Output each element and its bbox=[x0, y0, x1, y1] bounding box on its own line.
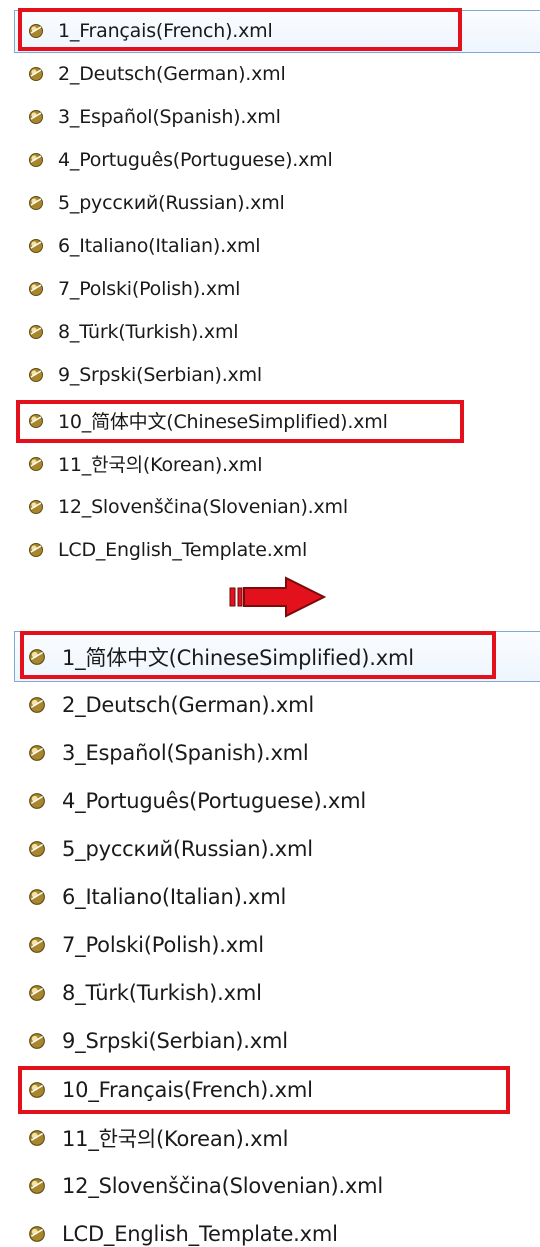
file-name: 2_Deutsch(German).xml bbox=[62, 693, 314, 717]
file-item[interactable]: 6_Italiano(Italian).xml bbox=[0, 224, 540, 267]
file-name: 4_Português(Portuguese).xml bbox=[58, 148, 333, 171]
file-name: 1_Français(French).xml bbox=[58, 19, 273, 42]
xml-file-icon bbox=[28, 648, 46, 666]
file-name: 6_Italiano(Italian).xml bbox=[62, 885, 287, 909]
file-name: 2_Deutsch(German).xml bbox=[58, 62, 286, 85]
xml-file-icon bbox=[28, 152, 44, 168]
file-item[interactable]: 3_Español(Spanish).xml bbox=[0, 95, 540, 138]
xml-file-icon bbox=[28, 744, 46, 762]
file-item[interactable]: 2_Deutsch(German).xml bbox=[0, 52, 540, 95]
xml-file-icon bbox=[28, 1081, 46, 1099]
xml-file-icon bbox=[28, 792, 46, 810]
file-item[interactable]: 9_Srpski(Serbian).xml bbox=[0, 353, 540, 396]
xml-file-icon bbox=[28, 367, 44, 383]
file-item[interactable]: 7_Polski(Polish).xml bbox=[0, 921, 540, 969]
xml-file-icon bbox=[28, 1225, 46, 1243]
file-item[interactable]: 12_Slovenščina(Slovenian).xml bbox=[0, 1162, 540, 1210]
xml-file-icon bbox=[28, 281, 44, 297]
xml-file-icon bbox=[28, 1129, 46, 1147]
file-name: 3_Español(Spanish).xml bbox=[58, 105, 281, 128]
file-item[interactable]: 11_한국의(Korean).xml bbox=[0, 442, 540, 485]
file-name: 10_Français(French).xml bbox=[62, 1078, 313, 1102]
file-item[interactable]: 5_русский(Russian).xml bbox=[0, 181, 540, 224]
file-item[interactable]: 6_Italiano(Italian).xml bbox=[0, 873, 540, 921]
file-name: 3_Español(Spanish).xml bbox=[62, 741, 309, 765]
file-item[interactable]: 4_Português(Portuguese).xml bbox=[0, 138, 540, 181]
file-name: 1_简体中文(ChineseSimplified).xml bbox=[62, 646, 414, 670]
xml-file-icon bbox=[28, 1177, 46, 1195]
file-name: 8_Türk(Turkish).xml bbox=[62, 981, 262, 1005]
file-name: 6_Italiano(Italian).xml bbox=[58, 234, 261, 257]
xml-file-icon bbox=[28, 23, 44, 39]
file-name: 8_Türk(Turkish).xml bbox=[58, 320, 239, 343]
file-name: 9_Srpski(Serbian).xml bbox=[58, 363, 262, 386]
file-item[interactable]: 10_Français(French).xml bbox=[0, 1066, 540, 1114]
file-name: 4_Português(Portuguese).xml bbox=[62, 789, 367, 813]
file-name: 9_Srpski(Serbian).xml bbox=[62, 1029, 288, 1053]
file-name: 7_Polski(Polish).xml bbox=[58, 277, 241, 300]
file-name: LCD_English_Template.xml bbox=[58, 538, 308, 561]
file-name: 7_Polski(Polish).xml bbox=[62, 933, 264, 957]
file-name: 11_한국의(Korean).xml bbox=[62, 1127, 289, 1151]
file-item[interactable]: LCD_English_Template.xml bbox=[0, 1210, 540, 1247]
xml-file-icon bbox=[28, 66, 44, 82]
xml-file-icon bbox=[28, 542, 44, 558]
xml-file-icon bbox=[28, 984, 46, 1002]
file-item[interactable]: 8_Türk(Turkish).xml bbox=[0, 310, 540, 353]
xml-file-icon bbox=[28, 840, 46, 858]
file-item[interactable]: 10_简体中文(ChineseSimplified).xml bbox=[0, 399, 540, 442]
file-name: 12_Slovenščina(Slovenian).xml bbox=[58, 495, 348, 518]
xml-file-icon bbox=[28, 195, 44, 211]
file-name: 10_简体中文(ChineseSimplified).xml bbox=[58, 411, 388, 433]
file-item[interactable]: 12_Slovenščina(Slovenian).xml bbox=[0, 485, 540, 528]
file-item[interactable]: 11_한국의(Korean).xml bbox=[0, 1114, 540, 1162]
xml-file-icon bbox=[28, 324, 44, 340]
file-item[interactable]: LCD_English_Template.xml bbox=[0, 528, 540, 571]
file-name: LCD_English_Template.xml bbox=[62, 1222, 338, 1246]
file-item[interactable]: 5_русский(Russian).xml bbox=[0, 825, 540, 873]
file-item[interactable]: 1_Français(French).xml bbox=[0, 9, 540, 52]
file-item[interactable]: 4_Português(Portuguese).xml bbox=[0, 777, 540, 825]
file-name: 12_Slovenščina(Slovenian).xml bbox=[62, 1174, 384, 1198]
file-name: 5_русский(Russian).xml bbox=[62, 837, 313, 861]
xml-file-icon bbox=[28, 499, 44, 515]
xml-file-icon bbox=[28, 888, 46, 906]
xml-file-icon bbox=[28, 109, 44, 125]
file-item[interactable]: 3_Español(Spanish).xml bbox=[0, 729, 540, 777]
file-name: 5_русский(Russian).xml bbox=[58, 191, 285, 214]
xml-file-icon bbox=[28, 696, 46, 714]
file-item[interactable]: 7_Polski(Polish).xml bbox=[0, 267, 540, 310]
xml-file-icon bbox=[28, 936, 46, 954]
file-item[interactable]: 1_简体中文(ChineseSimplified).xml bbox=[0, 633, 540, 681]
right-arrow-icon bbox=[224, 575, 334, 621]
xml-file-icon bbox=[28, 1032, 46, 1050]
screenshot-page: 1_Français(French).xml 2_Deutsch(German)… bbox=[0, 0, 540, 1247]
xml-file-icon bbox=[28, 238, 44, 254]
file-name: 11_한국의(Korean).xml bbox=[58, 454, 263, 476]
file-item[interactable]: 9_Srpski(Serbian).xml bbox=[0, 1017, 540, 1065]
file-item[interactable]: 2_Deutsch(German).xml bbox=[0, 681, 540, 729]
file-item[interactable]: 8_Türk(Turkish).xml bbox=[0, 969, 540, 1017]
xml-file-icon bbox=[28, 413, 44, 429]
xml-file-icon bbox=[28, 456, 44, 472]
